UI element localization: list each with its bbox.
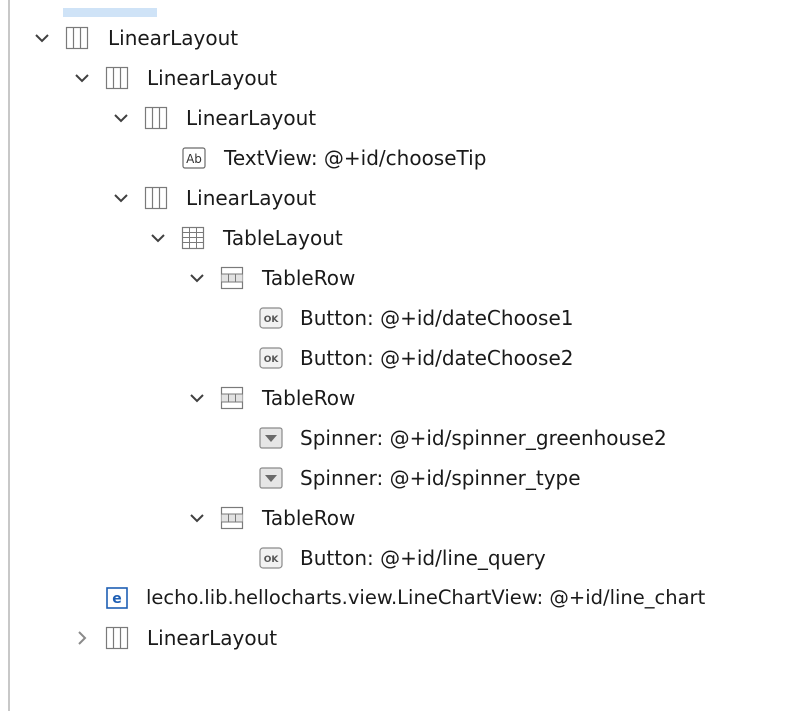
tree-node-label: Button: @+id/dateChoose2 [300, 346, 574, 370]
chevron-down-icon[interactable] [34, 30, 50, 46]
tree-node[interactable]: LinearLayout [0, 178, 800, 218]
textview-icon: Ab [182, 147, 206, 169]
outline-tree: LinearLayout LinearLayout LinearLayout A… [0, 18, 800, 658]
tree-node-label: TableRow [262, 266, 356, 290]
chevron-down-icon[interactable] [113, 190, 129, 206]
linear-layout-icon [144, 186, 168, 210]
tree-node-label: Spinner: @+id/spinner_type [300, 466, 581, 490]
tree-node[interactable]: LinearLayout [0, 58, 800, 98]
chevron-down-icon[interactable] [74, 70, 90, 86]
button-icon: OK [259, 547, 283, 569]
chevron-down-icon[interactable] [113, 110, 129, 126]
spinner-icon [259, 467, 283, 489]
table-row-icon [220, 506, 244, 530]
chevron-down-icon[interactable] [189, 270, 205, 286]
tree-node[interactable]: OK Button: @+id/dateChoose1 [0, 298, 800, 338]
tree-node[interactable]: TableRow [0, 258, 800, 298]
tree-node[interactable]: TableLayout [0, 218, 800, 258]
custom-view-icon: e [106, 587, 128, 609]
tree-node-label: lecho.lib.hellocharts.view.LineChartView… [146, 586, 706, 609]
tree-node[interactable]: Spinner: @+id/spinner_type [0, 458, 800, 498]
tree-node-label: Button: @+id/line_query [300, 546, 546, 570]
table-row-icon [220, 266, 244, 290]
linear-layout-icon [105, 66, 129, 90]
tree-node[interactable]: TableRow [0, 378, 800, 418]
svg-text:OK: OK [264, 355, 280, 365]
tree-node-label: Spinner: @+id/spinner_greenhouse2 [300, 426, 667, 450]
tree-node-label: Button: @+id/dateChoose1 [300, 306, 574, 330]
tree-node-label: TableRow [262, 506, 356, 530]
tree-node[interactable]: Ab TextView: @+id/chooseTip [0, 138, 800, 178]
svg-text:OK: OK [264, 315, 280, 325]
tree-node[interactable]: Spinner: @+id/spinner_greenhouse2 [0, 418, 800, 458]
spinner-icon [259, 427, 283, 449]
tree-node-label: LinearLayout [147, 626, 278, 650]
svg-text:OK: OK [264, 555, 280, 565]
chevron-right-icon[interactable] [74, 630, 90, 646]
tree-node[interactable]: TableRow [0, 498, 800, 538]
tree-node[interactable]: e lecho.lib.hellocharts.view.LineChartVi… [0, 578, 800, 618]
tree-node-label: TextView: @+id/chooseTip [224, 146, 487, 170]
selection-highlight-remnant [63, 8, 157, 17]
svg-text:Ab: Ab [186, 152, 202, 166]
linear-layout-icon [144, 106, 168, 130]
linear-layout-icon [105, 626, 129, 650]
tree-node-label: LinearLayout [186, 186, 317, 210]
tree-node[interactable]: LinearLayout [0, 98, 800, 138]
tree-node-label: LinearLayout [186, 106, 317, 130]
tree-node[interactable]: LinearLayout [0, 618, 800, 658]
chevron-down-icon[interactable] [150, 230, 166, 246]
svg-text:e: e [112, 591, 122, 607]
tree-node[interactable]: OK Button: @+id/line_query [0, 538, 800, 578]
tree-node-label: LinearLayout [147, 66, 278, 90]
tree-node[interactable]: OK Button: @+id/dateChoose2 [0, 338, 800, 378]
button-icon: OK [259, 307, 283, 329]
linear-layout-icon [65, 26, 89, 50]
tree-node-label: LinearLayout [108, 26, 239, 50]
tree-node-label: TableLayout [223, 226, 343, 250]
tree-node[interactable]: LinearLayout [0, 18, 800, 58]
chevron-down-icon[interactable] [189, 390, 205, 406]
tree-node-label: TableRow [262, 386, 356, 410]
button-icon: OK [259, 347, 283, 369]
chevron-down-icon[interactable] [189, 510, 205, 526]
table-layout-icon [181, 226, 205, 250]
table-row-icon [220, 386, 244, 410]
